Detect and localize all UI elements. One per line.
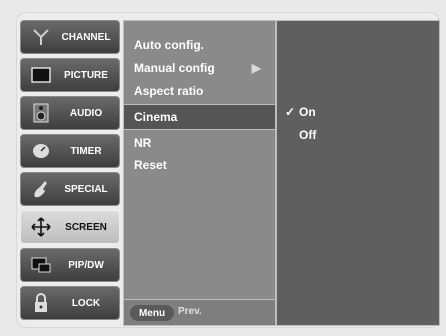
sidebar-item-picture[interactable]: PICTURE	[20, 58, 120, 92]
sidebar-item-label: SPECIAL	[64, 183, 108, 195]
sidebar-item-lock[interactable]: LOCK	[20, 286, 120, 320]
submenu-item-label: Reset	[134, 158, 167, 172]
sidebar-item-label: PIP/DW	[68, 259, 104, 271]
submenu-item-aspect-ratio[interactable]: Aspect ratio	[124, 79, 275, 103]
tv-screen-icon	[29, 64, 53, 86]
submenu-item-label: NR	[134, 136, 152, 150]
clock-icon	[29, 140, 53, 162]
sidebar-item-pip-dw[interactable]: PIP/DW	[20, 248, 120, 282]
sidebar-item-label: SCREEN	[65, 221, 107, 233]
option-label: Off	[299, 128, 317, 142]
sidebar-item-label: PICTURE	[64, 69, 108, 81]
sidebar-item-channel[interactable]: CHANNEL	[20, 20, 120, 54]
submenu-item-cinema[interactable]: Cinema	[124, 105, 275, 129]
option-label: On	[299, 105, 316, 119]
submenu-item-label: Manual config	[134, 61, 215, 75]
prev-label: Prev.	[178, 306, 202, 317]
move-arrows-icon	[29, 216, 53, 238]
hand-icon	[29, 178, 53, 200]
submenu-item-reset[interactable]: Reset	[124, 153, 275, 177]
pip-window-icon	[29, 254, 53, 276]
sidebar-item-screen[interactable]: SCREEN	[20, 210, 120, 244]
padlock-icon	[29, 292, 53, 314]
option-on[interactable]: ✓ On	[285, 101, 316, 123]
sidebar-item-timer[interactable]: TIMER	[20, 134, 120, 168]
sidebar-item-audio[interactable]: AUDIO	[20, 96, 120, 130]
antenna-icon	[29, 26, 53, 48]
submenu-item-label: Auto config.	[134, 38, 204, 52]
main-menu-sidebar: CHANNEL PICTURE AUDIO TIMER SPECIAL SCRE…	[20, 20, 120, 320]
submenu-divider	[124, 129, 275, 130]
sidebar-item-label: LOCK	[71, 297, 101, 309]
submenu-item-auto-config[interactable]: Auto config.	[124, 33, 275, 57]
cinema-options-panel: ✓ On Off	[276, 20, 440, 326]
menu-button[interactable]: Menu	[130, 305, 174, 321]
submenu-item-nr[interactable]: NR	[124, 131, 275, 155]
submenu-item-label: Aspect ratio	[134, 84, 204, 98]
submenu-bottom-bar: Menu Prev.	[124, 299, 275, 325]
submenu-item-label: Cinema	[134, 110, 178, 124]
sidebar-item-label: AUDIO	[69, 107, 103, 119]
speaker-icon	[29, 102, 53, 124]
chevron-right-icon: ▶	[251, 61, 261, 75]
check-icon: ✓	[285, 105, 296, 119]
sidebar-item-label: CHANNEL	[61, 31, 111, 43]
option-off[interactable]: Off	[285, 124, 316, 146]
sidebar-item-label: TIMER	[70, 145, 102, 157]
screen-submenu: Auto config. Manual config ▶ Aspect rati…	[123, 20, 276, 326]
sidebar-item-special[interactable]: SPECIAL	[20, 172, 120, 206]
submenu-item-manual-config[interactable]: Manual config ▶	[124, 56, 275, 80]
